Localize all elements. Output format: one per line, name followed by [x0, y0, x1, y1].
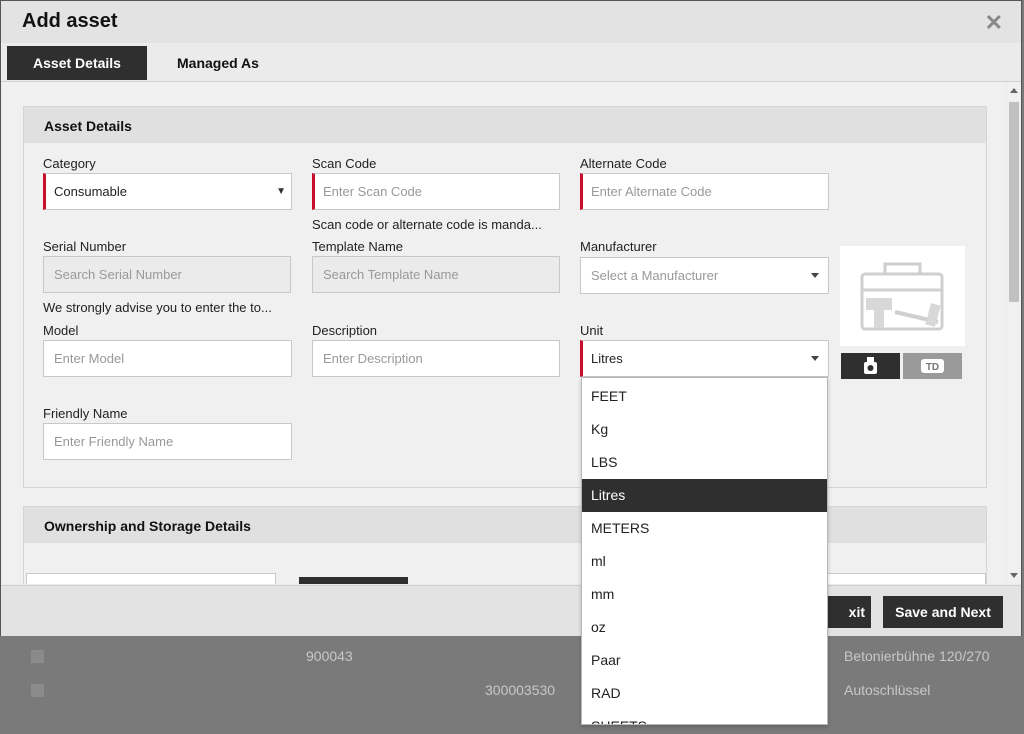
tab-managed-as[interactable]: Managed As: [151, 46, 285, 80]
add-asset-modal: Add asset ✕ Asset Details Managed As Ass…: [0, 0, 1022, 636]
chevron-down-icon: [811, 356, 819, 361]
model-input[interactable]: Enter Model: [43, 340, 292, 377]
unit-option[interactable]: METERS: [582, 512, 827, 545]
tab-asset-details[interactable]: Asset Details: [7, 46, 147, 80]
serial-number-input[interactable]: Search Serial Number: [43, 256, 291, 293]
friendly-name-input[interactable]: Enter Friendly Name: [43, 423, 292, 460]
serial-number-label: Serial Number: [43, 239, 127, 254]
scan-code-input[interactable]: Enter Scan Code: [312, 173, 560, 210]
close-icon[interactable]: ✕: [985, 10, 1003, 36]
template-name-input[interactable]: Search Template Name: [312, 256, 560, 293]
ownership-heading: Ownership and Storage Details: [44, 518, 251, 534]
modal-header: Add asset ✕: [1, 1, 1021, 44]
row-checkbox: [31, 684, 44, 697]
template-name-label: Template Name: [312, 239, 404, 254]
ownership-button[interactable]: [299, 577, 408, 584]
panel-heading: Ownership and Storage Details: [24, 507, 986, 543]
serial-hint: We strongly advise you to enter the to..…: [43, 300, 272, 315]
manufacturer-placeholder: Select a Manufacturer: [591, 268, 719, 283]
panel-heading: Asset Details: [24, 107, 986, 143]
row-name: Autoschlüssel: [844, 682, 931, 698]
alternate-code-input[interactable]: Enter Alternate Code: [580, 173, 829, 210]
scroll-thumb[interactable]: [1009, 102, 1019, 302]
row-checkbox: [31, 650, 44, 663]
svg-text:TD: TD: [926, 362, 939, 373]
asset-details-heading: Asset Details: [44, 118, 132, 134]
manufacturer-select[interactable]: Select a Manufacturer: [580, 257, 829, 294]
dropdown-arrow-icon: ▼: [276, 186, 286, 197]
toolbox-icon: [860, 262, 944, 331]
unit-label: Unit: [580, 323, 604, 338]
unit-option[interactable]: Paar: [582, 644, 827, 677]
background-row: 300003530 Autoschlüssel: [0, 674, 1024, 708]
description-label: Description: [312, 323, 378, 338]
unit-option[interactable]: mm: [582, 578, 827, 611]
td-logo-icon: TD: [921, 359, 944, 373]
save-and-next-button[interactable]: Save and Next: [883, 596, 1003, 628]
unit-option[interactable]: LBS: [582, 446, 827, 479]
unit-value: Litres: [591, 351, 623, 366]
unit-option[interactable]: oz: [582, 611, 827, 644]
scrollbar[interactable]: [1007, 82, 1021, 584]
chevron-down-icon: [811, 273, 819, 278]
camera-icon: [864, 357, 877, 374]
scan-code-label: Scan Code: [312, 156, 377, 171]
unit-dropdown-list[interactable]: FEET Kg LBS Litres METERS ml mm oz Paar …: [581, 377, 828, 725]
tab-bar: Asset Details Managed As: [1, 43, 1021, 82]
alternate-code-label: Alternate Code: [580, 156, 667, 171]
description-input[interactable]: Enter Description: [312, 340, 560, 377]
td-button[interactable]: TD: [903, 353, 962, 379]
manufacturer-label: Manufacturer: [580, 239, 657, 254]
row-id: 300003530: [485, 682, 556, 698]
row-id: 900043: [306, 648, 353, 664]
ownership-panel: Ownership and Storage Details: [23, 506, 987, 584]
scroll-down-icon[interactable]: [1010, 573, 1018, 578]
unit-option[interactable]: SHEETS: [582, 710, 827, 724]
unit-option[interactable]: ml: [582, 545, 827, 578]
asset-image-placeholder: [840, 246, 965, 346]
unit-option[interactable]: Kg: [582, 413, 827, 446]
model-label: Model: [43, 323, 79, 338]
mandatory-hint: Scan code or alternate code is manda...: [312, 217, 542, 232]
row-name: Betonierbühne 120/270: [844, 648, 990, 664]
modal-title: Add asset: [22, 10, 118, 32]
category-label: Category: [43, 156, 96, 171]
unit-option-selected[interactable]: Litres: [582, 479, 827, 512]
background-row: 900043 Betonierbühne 120/270: [0, 640, 1024, 674]
category-value: Consumable: [54, 184, 127, 199]
modal-footer: xit Save and Next: [1, 585, 1021, 636]
unit-option[interactable]: RAD: [582, 677, 827, 710]
ownership-field[interactable]: [26, 573, 276, 584]
friendly-name-label: Friendly Name: [43, 406, 128, 421]
unit-option[interactable]: FEET: [582, 380, 827, 413]
scroll-up-icon[interactable]: [1010, 88, 1018, 93]
unit-select[interactable]: Litres: [580, 340, 829, 377]
category-select[interactable]: Consumable ▼: [43, 173, 292, 210]
camera-button[interactable]: [841, 353, 900, 379]
